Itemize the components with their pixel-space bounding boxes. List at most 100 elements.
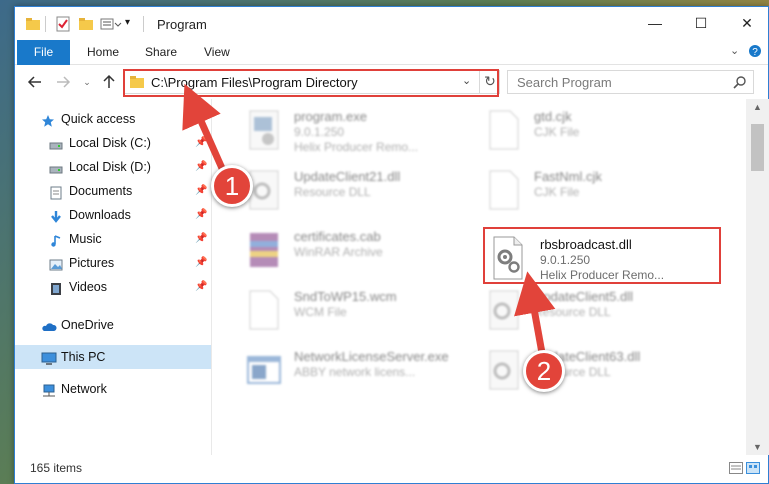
file-description: ABBY network licens... xyxy=(294,365,416,379)
rename-icon[interactable] xyxy=(100,16,122,32)
pin-icon[interactable]: 📌 xyxy=(195,275,207,299)
file-item-fastnml-cjk[interactable]: FastNml.cjk CJK File xyxy=(482,165,722,221)
blank-file-icon xyxy=(482,107,526,155)
customize-toolbar-icon[interactable]: ▾ xyxy=(125,17,130,33)
file-name: UpdateClient5.dll xyxy=(534,289,634,304)
step-badge-1: 1 xyxy=(211,165,253,207)
sidebar-item-label: This PC xyxy=(61,350,106,364)
pin-icon[interactable]: 📌 xyxy=(195,203,207,227)
minimize-button[interactable]: — xyxy=(632,7,678,40)
dll-icon xyxy=(482,287,526,335)
file-item-updateclient21-dll[interactable]: UpdateClient21.dll Resource DLL xyxy=(242,165,482,221)
tab-share[interactable]: Share xyxy=(145,40,177,65)
sidebar-item-label: Music xyxy=(69,232,102,246)
status-bar: 165 items xyxy=(15,455,768,483)
back-arrow-icon[interactable] xyxy=(27,74,43,90)
close-button[interactable]: ✕ xyxy=(724,7,769,40)
file-name: rbsbroadcast.dll xyxy=(540,237,632,252)
sidebar-item-downloads[interactable]: Downloads 📌 xyxy=(15,203,211,227)
sidebar-item-network[interactable]: Network xyxy=(15,377,211,401)
file-item-rbsbroadcast-dll[interactable]: rbsbroadcast.dll 9.0.1.250 Helix Produce… xyxy=(488,233,728,289)
sidebar-item-documents[interactable]: Documents 📌 xyxy=(15,179,211,203)
chevron-down-icon[interactable]: ⌄ xyxy=(462,74,471,87)
explorer-window: ▾ Program — ☐ ✕ File Home Share View ⌄ ?… xyxy=(14,6,769,484)
address-bar[interactable]: C:\Program Files\Program Directory ⌄ ↻ xyxy=(123,70,500,94)
search-icon[interactable] xyxy=(733,75,747,92)
navigation-bar: ⌄ C:\Program Files\Program Directory ⌄ ↻… xyxy=(15,65,768,99)
new-folder-icon[interactable] xyxy=(78,16,94,32)
separator xyxy=(143,16,144,32)
file-list: program.exe 9.0.1.250 Helix Producer Rem… xyxy=(212,99,746,455)
file-item-updateclient5-dll[interactable]: UpdateClient5.dll Resource DLL xyxy=(482,285,722,341)
recent-locations-icon[interactable]: ⌄ xyxy=(79,74,95,90)
file-item-program-exe[interactable]: program.exe 9.0.1.250 Helix Producer Rem… xyxy=(242,105,482,161)
separator xyxy=(45,16,46,32)
sidebar-item-label: Downloads xyxy=(69,208,131,222)
details-view-icon[interactable] xyxy=(728,462,743,477)
sidebar-item-videos[interactable]: Videos 📌 xyxy=(15,275,211,299)
winrar-icon xyxy=(242,227,286,275)
sidebar-item-onedrive[interactable]: OneDrive xyxy=(15,313,211,337)
dll-icon xyxy=(482,347,526,395)
file-item-gtd-cjk[interactable]: gtd.cjk CJK File xyxy=(482,105,722,161)
pin-icon[interactable]: 📌 xyxy=(195,179,207,203)
folder-icon[interactable] xyxy=(25,16,41,32)
large-icons-view-icon[interactable] xyxy=(746,462,760,477)
address-path[interactable]: C:\Program Files\Program Directory xyxy=(151,75,358,90)
tab-home[interactable]: Home xyxy=(87,40,119,65)
tab-view[interactable]: View xyxy=(204,40,230,65)
maximize-button[interactable]: ☐ xyxy=(678,7,724,40)
vertical-scrollbar[interactable]: ▲ ▼ xyxy=(746,99,769,455)
scroll-up-icon[interactable]: ▲ xyxy=(746,99,769,115)
search-input[interactable]: Search Program xyxy=(517,75,612,90)
pin-icon[interactable]: 📌 xyxy=(195,227,207,251)
chevron-down-icon[interactable]: ⌄ xyxy=(730,44,739,60)
file-type: WinRAR Archive xyxy=(294,245,383,259)
file-version: 9.0.1.250 xyxy=(294,125,345,139)
sidebar-item-pictures[interactable]: Pictures 📌 xyxy=(15,251,211,275)
sidebar-item-quick-access[interactable]: Quick access xyxy=(15,107,211,131)
tab-file[interactable]: File xyxy=(17,40,70,65)
sidebar-item-this-pc[interactable]: This PC xyxy=(15,345,211,369)
sidebar-item-label: Network xyxy=(61,382,107,396)
music-icon xyxy=(49,232,63,247)
file-name: program.exe xyxy=(294,109,367,124)
pin-icon[interactable]: 📌 xyxy=(195,131,207,155)
computer-icon xyxy=(41,350,57,365)
blank-file-icon xyxy=(242,287,286,335)
title-bar: ▾ Program — ☐ ✕ xyxy=(15,7,768,40)
network-icon xyxy=(41,382,55,397)
file-item-certificates-cab[interactable]: certificates.cab WinRAR Archive xyxy=(242,225,482,281)
search-box[interactable]: Search Program xyxy=(507,70,754,94)
sidebar-item-local-disk-c[interactable]: Local Disk (C:) 📌 xyxy=(15,131,211,155)
file-item-networklicenseserver-exe[interactable]: NetworkLicenseServer.exe ABBY network li… xyxy=(242,345,482,401)
pictures-icon xyxy=(49,256,63,271)
refresh-icon[interactable]: ↻ xyxy=(479,70,500,94)
file-name: UpdateClient21.dll xyxy=(294,169,401,184)
file-name: SndToWP15.wcm xyxy=(294,289,397,304)
sidebar-item-music[interactable]: Music 📌 xyxy=(15,227,211,251)
properties-icon[interactable] xyxy=(55,16,71,32)
downloads-icon xyxy=(49,208,63,223)
window-title: Program xyxy=(157,17,207,32)
sidebar-item-label: Local Disk (C:) xyxy=(69,136,151,150)
scroll-down-icon[interactable]: ▼ xyxy=(746,439,769,455)
sidebar-item-label: Pictures xyxy=(69,256,115,270)
file-item-updateclient63-dll[interactable]: UpdateClient63.dll Resource DLL xyxy=(482,345,722,401)
pin-icon[interactable]: 📌 xyxy=(195,251,207,275)
file-item-sndtowp15-wcm[interactable]: SndToWP15.wcm WCM File xyxy=(242,285,482,341)
scrollbar-thumb[interactable] xyxy=(751,124,764,171)
forward-arrow-icon[interactable] xyxy=(55,74,71,90)
folder-icon xyxy=(129,75,145,92)
help-icon[interactable]: ? xyxy=(748,44,762,60)
file-version: 9.0.1.250 xyxy=(540,253,591,267)
pin-icon[interactable]: 📌 xyxy=(195,155,207,179)
sidebar-item-label: Local Disk (D:) xyxy=(69,160,151,174)
drive-icon xyxy=(49,160,63,174)
file-type: CJK File xyxy=(534,185,580,199)
sidebar-item-local-disk-d[interactable]: Local Disk (D:) 📌 xyxy=(15,155,211,179)
file-name: NetworkLicenseServer.exe xyxy=(294,349,449,364)
ribbon: File Home Share View ⌄ ? xyxy=(15,40,768,65)
up-arrow-icon[interactable] xyxy=(101,74,117,90)
documents-icon xyxy=(49,184,63,200)
